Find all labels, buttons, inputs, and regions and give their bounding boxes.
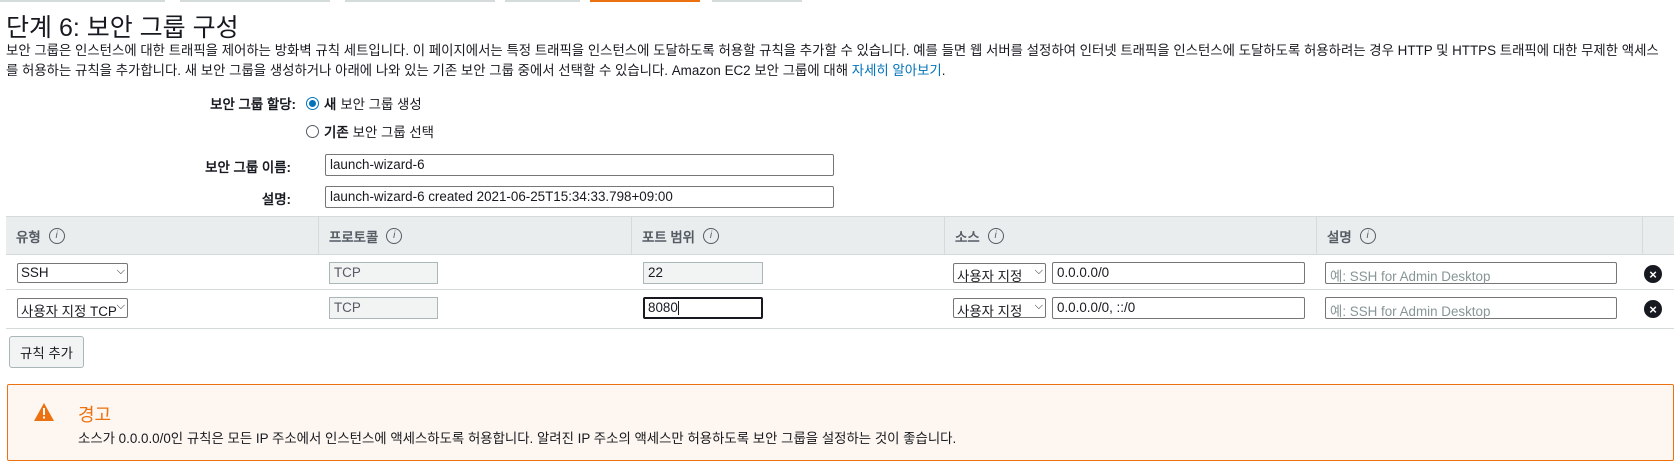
assign-label: 보안 그룹 할당: xyxy=(210,97,296,112)
add-rule-button[interactable]: 규칙 추가 xyxy=(9,336,84,368)
column-header-description-label: 설명 xyxy=(1327,229,1352,245)
radio-existing-button[interactable] xyxy=(306,124,319,138)
rules-table-header: 유형 i 프로토콜 i 포트 범위 i 소스 i 설명 i xyxy=(6,216,1674,255)
info-icon[interactable]: i xyxy=(987,227,1004,244)
wizard-step-tab[interactable] xyxy=(345,0,495,2)
column-header-source: 소스 i xyxy=(944,217,1316,254)
source-type-value: 사용자 지정 xyxy=(957,269,1023,283)
close-circle-icon[interactable]: × xyxy=(1644,300,1662,318)
column-header-description: 설명 i xyxy=(1316,217,1642,254)
chevron-down-icon: ⌵ xyxy=(116,300,125,312)
type-select[interactable]: SSH ⌵ xyxy=(17,263,128,283)
page-title: 단계 6: 보안 그룹 구성 xyxy=(6,14,239,42)
warning-alert: 경고 소스가 0.0.0.0/0인 규칙은 모든 IP 주소에서 인스턴스에 액… xyxy=(7,384,1674,461)
wizard-step-tab[interactable] xyxy=(505,0,580,2)
protocol-field: TCP xyxy=(329,297,438,319)
rules-table: 유형 i 프로토콜 i 포트 범위 i 소스 i 설명 i SSH ⌵ TCP … xyxy=(6,216,1674,329)
radio-new-label: 보안 그룹 생성 xyxy=(340,97,422,112)
column-header-actions xyxy=(1642,217,1674,254)
info-icon[interactable]: i xyxy=(703,227,719,244)
table-row: SSH ⌵ TCP 22 사용자 지정 ⌵ 0.0.0.0/0 예: SSH f… xyxy=(6,255,1674,290)
source-cidr-input[interactable]: 0.0.0.0/0, ::/0 xyxy=(1052,297,1305,319)
column-header-type: 유형 i xyxy=(6,217,318,254)
close-circle-icon[interactable]: × xyxy=(1644,265,1662,283)
source-cidr-input[interactable]: 0.0.0.0/0 xyxy=(1052,262,1305,284)
info-icon[interactable]: i xyxy=(386,227,403,244)
column-header-protocol-label: 프로토콜 xyxy=(329,229,379,245)
info-icon[interactable]: i xyxy=(48,227,65,244)
wizard-step-tab[interactable] xyxy=(712,0,802,2)
column-header-port: 포트 범위 i xyxy=(631,217,944,254)
protocol-field: TCP xyxy=(329,262,438,284)
description-end: . xyxy=(941,63,946,78)
type-select-value: SSH xyxy=(21,265,49,280)
table-row: 사용자 지정 TCP ⌵ TCP 8080 사용자 지정 ⌵ 0.0.0.0/0… xyxy=(6,290,1674,325)
column-header-protocol: 프로토콜 i xyxy=(318,217,631,254)
chevron-down-icon: ⌵ xyxy=(1034,265,1043,277)
port-range-field[interactable]: 22 xyxy=(643,262,763,284)
radio-existing-group[interactable]: 기존 보안 그룹 선택 xyxy=(306,121,434,141)
wizard-step-tab-active[interactable] xyxy=(590,0,700,2)
radio-new-bold: 새 xyxy=(324,97,337,112)
source-type-select[interactable]: 사용자 지정 ⌵ xyxy=(953,263,1046,283)
text-caret xyxy=(677,301,679,316)
column-header-type-label: 유형 xyxy=(16,229,41,245)
type-select-value: 사용자 지정 TCP xyxy=(21,304,117,318)
group-desc-label: 설명: xyxy=(261,192,291,207)
warning-title: 경고 xyxy=(78,405,112,425)
chevron-down-icon: ⌵ xyxy=(1034,300,1043,312)
group-desc-input[interactable]: launch-wizard-6 created 2021-06-25T15:34… xyxy=(325,186,834,208)
info-icon[interactable]: i xyxy=(1359,227,1376,244)
learn-more-link[interactable]: 자세히 알아보기 xyxy=(852,63,942,78)
rule-description-input[interactable]: 예: SSH for Admin Desktop xyxy=(1325,297,1617,319)
wizard-step-tab[interactable] xyxy=(0,0,165,2)
radio-existing-label: 보안 그룹 선택 xyxy=(352,125,434,140)
page-description: 보안 그룹은 인스턴스에 대한 트래픽을 제어하는 방화벽 규칙 세트입니다. … xyxy=(6,41,1671,81)
warning-triangle-icon xyxy=(34,403,54,421)
wizard-steps-strip xyxy=(0,0,1680,2)
group-name-label: 보안 그룹 이름: xyxy=(205,160,291,175)
group-name-input[interactable]: launch-wizard-6 xyxy=(325,154,834,176)
port-range-value: 8080 xyxy=(648,300,678,315)
radio-new-group[interactable]: 새 보안 그룹 생성 xyxy=(306,93,422,113)
wizard-step-tab[interactable] xyxy=(180,0,330,2)
source-type-value: 사용자 지정 xyxy=(957,304,1023,318)
port-range-field[interactable]: 8080 xyxy=(643,297,763,319)
rule-description-input[interactable]: 예: SSH for Admin Desktop xyxy=(1325,262,1617,284)
radio-existing-bold: 기존 xyxy=(324,125,349,140)
description-text: 보안 그룹은 인스턴스에 대한 트래픽을 제어하는 방화벽 규칙 세트입니다. … xyxy=(6,43,1659,78)
type-select[interactable]: 사용자 지정 TCP ⌵ xyxy=(17,298,128,318)
source-type-select[interactable]: 사용자 지정 ⌵ xyxy=(953,298,1046,318)
column-header-source-label: 소스 xyxy=(955,229,980,245)
radio-new-button[interactable] xyxy=(306,96,319,110)
column-header-port-label: 포트 범위 xyxy=(642,229,695,245)
warning-text: 소스가 0.0.0.0/0인 규칙은 모든 IP 주소에서 인스턴스에 액세스하… xyxy=(78,431,957,446)
chevron-down-icon: ⌵ xyxy=(116,265,125,277)
